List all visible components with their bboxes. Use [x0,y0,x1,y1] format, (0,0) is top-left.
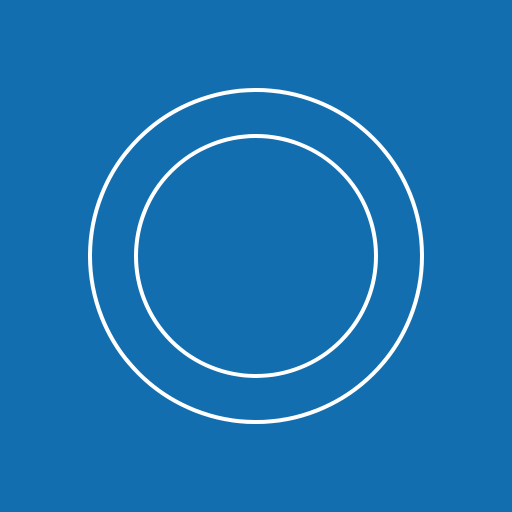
concentric-rings-icon [0,0,512,512]
icon-background [0,0,512,512]
app-icon-tile [0,0,512,512]
